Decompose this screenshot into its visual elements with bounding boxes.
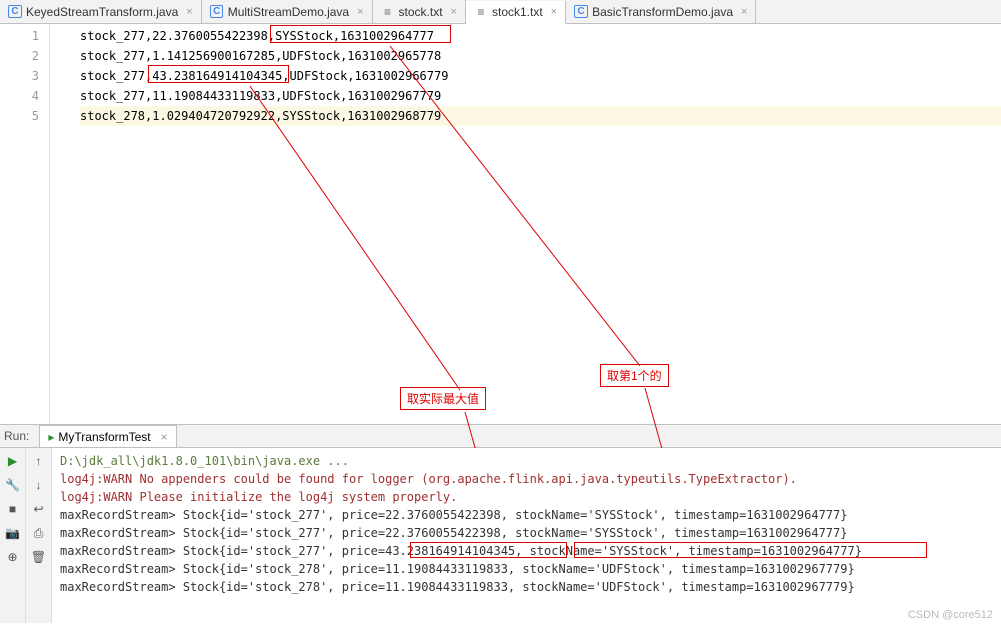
console[interactable]: D:\jdk_all\jdk1.8.0_101\bin\java.exe ...…	[52, 448, 1001, 623]
line-number: 3	[0, 66, 39, 86]
console-line: log4j:WARN Please initialize the log4j s…	[60, 488, 993, 506]
run-bar: Run: ▸ MyTransformTest ×	[0, 424, 1001, 448]
close-icon[interactable]: ×	[357, 6, 363, 18]
annotation-max-value: 取实际最大值	[400, 387, 486, 410]
run-tab[interactable]: ▸ MyTransformTest ×	[39, 425, 176, 447]
close-icon[interactable]: ×	[741, 6, 747, 18]
run-tab-label: MyTransformTest	[58, 430, 150, 444]
close-icon[interactable]: ×	[161, 430, 168, 444]
line-number: 4	[0, 86, 39, 106]
console-wrap: ▶ 🔧 ■ 📷 ⊕ ↑ ↓ ↩ ⎙ 🗑 D:\jdk_all\jdk1.8.0_…	[0, 448, 1001, 623]
rerun-button[interactable]: ▶	[4, 452, 22, 470]
tool-column-1: ▶ 🔧 ■ 📷 ⊕	[0, 448, 26, 623]
line-number: 1	[0, 26, 39, 46]
editor-tabs: KeyedStreamTransform.java × MultiStreamD…	[0, 0, 1001, 24]
txt-icon	[381, 5, 395, 19]
java-icon	[8, 5, 22, 19]
target-button[interactable]: ⊕	[4, 548, 22, 566]
console-line: maxRecordStream> Stock{id='stock_278', p…	[60, 560, 993, 578]
highlight-box-1	[270, 25, 451, 43]
down-button[interactable]: ↓	[30, 476, 48, 494]
annotation-first: 取第1个的	[600, 364, 669, 387]
tab-label: stock.txt	[399, 5, 443, 19]
highlight-box-stockname	[574, 542, 927, 558]
tab-label: MultiStreamDemo.java	[228, 5, 349, 19]
console-line: maxRecordStream> Stock{id='stock_277', p…	[60, 524, 993, 542]
console-line: maxRecordStream> Stock{id='stock_277', p…	[60, 506, 993, 524]
stop-button[interactable]: ■	[4, 500, 22, 518]
print-button[interactable]: ⎙	[30, 524, 48, 542]
tab-label: KeyedStreamTransform.java	[26, 5, 178, 19]
up-button[interactable]: ↑	[30, 452, 48, 470]
code-line: stock_277,1.141256900167285,UDFStock,163…	[80, 46, 1001, 66]
console-line: D:\jdk_all\jdk1.8.0_101\bin\java.exe ...	[60, 452, 993, 470]
run-label: Run:	[4, 429, 29, 443]
run-icon: ▸	[48, 430, 54, 444]
code-line: stock_277,22.3760055422398,SYSStock,1631…	[80, 26, 1001, 46]
highlight-box-price	[410, 542, 567, 558]
line-number: 5	[0, 106, 39, 126]
console-line: maxRecordStream> Stock{id='stock_278', p…	[60, 578, 993, 596]
tab-stock[interactable]: stock.txt ×	[373, 0, 466, 23]
close-icon[interactable]: ×	[451, 6, 457, 18]
tab-keyedstream[interactable]: KeyedStreamTransform.java ×	[0, 0, 202, 23]
trash-button[interactable]: 🗑	[30, 548, 48, 566]
camera-button[interactable]: 📷	[4, 524, 22, 542]
wrap-button[interactable]: ↩	[30, 500, 48, 518]
txt-icon	[474, 5, 488, 19]
gutter: 1 2 3 4 5	[0, 24, 50, 424]
watermark: CSDN @core512	[908, 609, 993, 621]
highlight-box-2	[148, 65, 289, 83]
code-line: stock_277,11.19084433119833,UDFStock,163…	[80, 86, 1001, 106]
java-icon	[574, 5, 588, 19]
line-number: 2	[0, 46, 39, 66]
close-icon[interactable]: ×	[551, 6, 557, 18]
wrench-button[interactable]: 🔧	[4, 476, 22, 494]
tab-label: stock1.txt	[492, 5, 543, 19]
tab-stock1[interactable]: stock1.txt ×	[466, 1, 566, 24]
code-line: stock_278,1.029404720792922,SYSStock,163…	[80, 106, 1001, 126]
tab-basictransform[interactable]: BasicTransformDemo.java ×	[566, 0, 756, 23]
editor-area[interactable]: 1 2 3 4 5 stock_277,22.3760055422398,SYS…	[0, 24, 1001, 424]
tool-column-2: ↑ ↓ ↩ ⎙ 🗑	[26, 448, 52, 623]
code-area[interactable]: stock_277,22.3760055422398,SYSStock,1631…	[50, 24, 1001, 424]
tab-label: BasicTransformDemo.java	[592, 5, 733, 19]
java-icon	[210, 5, 224, 19]
tab-multistream[interactable]: MultiStreamDemo.java ×	[202, 0, 373, 23]
console-line: log4j:WARN No appenders could be found f…	[60, 470, 993, 488]
close-icon[interactable]: ×	[186, 6, 192, 18]
